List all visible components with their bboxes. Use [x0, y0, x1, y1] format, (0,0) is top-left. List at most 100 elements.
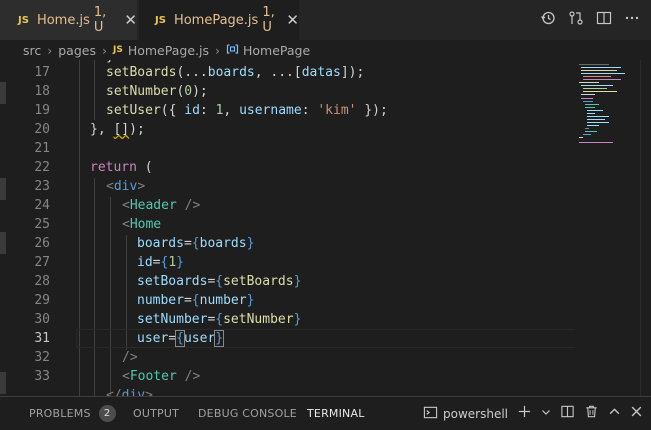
- code-line: 26 boards={boards}: [0, 234, 575, 253]
- trash-icon[interactable]: [584, 404, 599, 423]
- minimap-line: [581, 73, 625, 74]
- minimap-line: [583, 88, 607, 89]
- minimap-line: [583, 91, 617, 92]
- minimap-line: [581, 70, 617, 71]
- tab-homepage-js[interactable]: JS HomePage.js 1, U ✕: [139, 0, 299, 40]
- close-icon[interactable]: ✕: [124, 11, 137, 29]
- code-line: 22 return (: [0, 158, 575, 177]
- line-number: 17: [34, 65, 50, 80]
- close-icon[interactable]: ✕: [286, 11, 299, 29]
- line-number: 20: [34, 122, 50, 137]
- chevron-right-icon: ›: [47, 42, 53, 58]
- tab-label: PROBLEMS: [29, 407, 91, 420]
- minimap-line: [583, 79, 621, 80]
- new-terminal-icon[interactable]: [517, 404, 532, 423]
- minimap-line: [583, 76, 611, 77]
- split-terminal-icon[interactable]: [560, 404, 575, 423]
- line-number: 24: [34, 198, 50, 213]
- line-number: 22: [34, 160, 50, 175]
- code-line: 24 <Header />: [0, 196, 575, 215]
- chevron-up-icon[interactable]: [608, 405, 621, 422]
- minimap-line: [587, 119, 605, 120]
- tab-terminal[interactable]: TERMINAL: [307, 397, 365, 430]
- tab-output[interactable]: OUTPUT: [133, 397, 179, 430]
- minimap-line: [581, 98, 593, 99]
- code-line: 32 />: [0, 348, 575, 367]
- line-number: 28: [34, 274, 50, 289]
- tab-label: TERMINAL: [307, 407, 365, 420]
- code-line: </div>: [106, 388, 153, 396]
- minimap-line: [585, 107, 595, 108]
- terminal-icon: [423, 405, 438, 423]
- tab-status: 1, U: [262, 5, 275, 35]
- line-number: 26: [34, 236, 50, 251]
- line-number: 30: [34, 312, 50, 327]
- code-line-current: 31 user={user}: [0, 329, 575, 348]
- code-line: 30 setNumber={setNumber}: [0, 310, 575, 329]
- vertical-scrollbar[interactable]: [640, 60, 651, 396]
- code-editor[interactable]: } 17 setBoards(...boards, ...[datas]); 1…: [0, 60, 575, 396]
- tab-label: HomePage.js: [173, 12, 259, 28]
- minimap-line: [587, 113, 595, 114]
- code-line: 25 <Home: [0, 215, 575, 234]
- tab-label: OUTPUT: [133, 407, 180, 420]
- line-number: 25: [34, 217, 50, 232]
- code-line: 17 setBoards(...boards, ...[datas]);: [0, 63, 575, 82]
- minimap-line: [587, 110, 603, 111]
- tab-label: Home.js: [36, 12, 90, 28]
- javascript-file-icon: JS: [18, 14, 29, 26]
- line-number: 32: [34, 350, 50, 365]
- problems-count-badge: 2: [98, 405, 116, 422]
- breadcrumb-item-file[interactable]: HomePage.js: [128, 43, 209, 58]
- minimap-line: [581, 67, 621, 68]
- more-actions-icon[interactable]: [623, 10, 641, 30]
- editor-tab-bar: JS Home.js 1, U ✕ JS HomePage.js 1, U ✕: [0, 0, 651, 40]
- minimap-line: [579, 82, 599, 83]
- compare-changes-icon[interactable]: [567, 10, 585, 30]
- line-number: 19: [34, 103, 50, 118]
- minimap-line: [587, 116, 609, 117]
- minimap-line: [581, 94, 595, 95]
- minimap-line: [585, 128, 589, 129]
- editor-actions: [539, 10, 641, 30]
- tab-debug-console[interactable]: DEBUG CONSOLE: [198, 397, 297, 430]
- minimap-line: [579, 137, 583, 138]
- minimap-line: [585, 131, 597, 132]
- tab-status: 1, U: [93, 5, 107, 35]
- code-line: 18 setNumber(0);: [0, 82, 575, 101]
- javascript-file-icon: JS: [112, 45, 123, 55]
- chevron-right-icon: ›: [214, 42, 220, 58]
- code-line: 33 <Footer />: [0, 367, 575, 386]
- code-line: 28 setBoards={setBoards}: [0, 272, 575, 291]
- chevron-down-icon[interactable]: [541, 406, 551, 421]
- code-line: 27 id={1}: [0, 253, 575, 272]
- code-line: 20 }, []);: [0, 120, 575, 139]
- terminal-shell-name: powershell: [443, 406, 508, 421]
- panel-actions: powershell: [423, 397, 643, 430]
- breadcrumb-item-src[interactable]: src: [23, 43, 41, 58]
- tab-home-js[interactable]: JS Home.js 1, U ✕: [0, 0, 138, 40]
- line-number: 18: [34, 84, 50, 99]
- line-number: 27: [34, 255, 50, 270]
- timeline-history-icon[interactable]: [539, 10, 557, 30]
- close-icon[interactable]: [630, 405, 643, 422]
- terminal-selector[interactable]: powershell: [423, 405, 508, 423]
- tab-label: DEBUG CONSOLE: [198, 407, 297, 420]
- code-line: 21: [0, 139, 575, 158]
- minimap-line: [585, 104, 599, 105]
- line-number: 33: [34, 369, 50, 384]
- minimap-line: [587, 122, 609, 123]
- minimap-line: [587, 125, 599, 126]
- code-line: 23 <div>: [0, 177, 575, 196]
- chevron-right-icon: ›: [101, 42, 107, 58]
- split-editor-icon[interactable]: [595, 10, 613, 30]
- line-number: 31: [34, 331, 50, 346]
- code-line: 19 setUser({ id: 1, username: 'kim' });: [0, 101, 575, 120]
- line-number: 23: [34, 179, 50, 194]
- breadcrumb-item-symbol[interactable]: HomePage: [243, 43, 310, 58]
- line-number: 29: [34, 293, 50, 308]
- breadcrumb-item-pages[interactable]: pages: [58, 43, 96, 58]
- tab-problems[interactable]: PROBLEMS 2: [29, 397, 116, 430]
- code-line: 29 number={number}: [0, 291, 575, 310]
- line-number: 21: [34, 141, 50, 156]
